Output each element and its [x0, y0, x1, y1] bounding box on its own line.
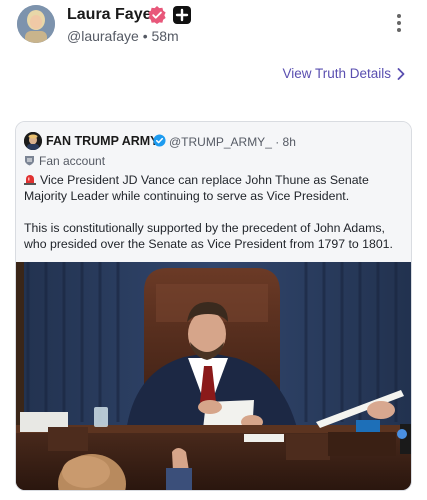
quoted-author-handle-timestamp: @TRUMP_ARMY_ · 8h — [169, 135, 296, 149]
blue-check-icon — [153, 134, 166, 147]
siren-emoji-icon — [24, 175, 36, 185]
fan-account-icon — [25, 156, 34, 166]
quoted-post-text-p1: Vice President JD Vance can replace John… — [24, 173, 369, 203]
quoted-post-body: FAN TRUMP ARMY @TRUMP_ARMY_ · 8h Fan acc… — [16, 122, 411, 490]
quoted-author-name[interactable]: FAN TRUMP ARMY — [46, 134, 159, 148]
quoted-post-text-paragraph-1: Vice President JD Vance can replace John… — [24, 172, 408, 204]
chevron-right-icon — [397, 67, 405, 80]
post-header: Laura Faye @laurafaye • 58m — [0, 0, 427, 52]
fan-account-label: Fan account — [39, 154, 106, 168]
more-dot — [397, 28, 401, 32]
quoted-post-text-paragraph-2: This is constitutionally supported by th… — [24, 221, 393, 251]
view-details-label: View Truth Details — [282, 66, 391, 81]
author-name[interactable]: Laura Faye — [67, 6, 151, 24]
author-avatar[interactable] — [17, 5, 55, 43]
view-truth-details-link[interactable]: View Truth Details — [282, 66, 405, 81]
plus-badge-icon — [173, 6, 191, 24]
author-handle-timestamp: @laurafaye • 58m — [67, 28, 179, 44]
more-options-button[interactable] — [391, 12, 407, 36]
more-vertical-icon — [397, 14, 401, 18]
quoted-post-photo[interactable] — [16, 262, 411, 490]
verified-badge-icon — [148, 6, 166, 24]
quoted-post-card[interactable]: FAN TRUMP ARMY @TRUMP_ARMY_ · 8h Fan acc… — [15, 121, 412, 491]
quoted-author-avatar[interactable] — [24, 132, 42, 150]
more-dot — [397, 21, 401, 25]
